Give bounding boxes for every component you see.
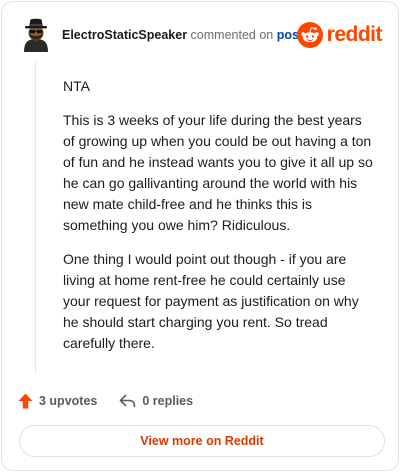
reply-arrow-icon bbox=[120, 394, 136, 408]
comment-paragraph: This is 3 weeks of your life during the … bbox=[63, 112, 373, 233]
comment-paragraph: NTA bbox=[63, 78, 90, 94]
comment-header: ElectroStaticSpeaker commented on post bbox=[62, 27, 303, 43]
commented-on-text: commented on bbox=[190, 28, 274, 42]
comment-actions: 3 upvotes 0 replies bbox=[18, 391, 193, 411]
upvote-arrow-icon bbox=[18, 393, 33, 409]
comment-paragraph: One thing I would point out though - if … bbox=[63, 251, 359, 351]
comment-card: ElectroStaticSpeaker commented on post r… bbox=[1, 1, 399, 471]
reply-count: 0 replies bbox=[142, 394, 194, 408]
username-link[interactable]: ElectroStaticSpeaker bbox=[62, 28, 187, 42]
reddit-logo-icon bbox=[296, 22, 323, 48]
avatar-icon bbox=[24, 18, 48, 52]
avatar[interactable] bbox=[18, 16, 54, 52]
view-more-button[interactable]: View more on Reddit bbox=[19, 425, 385, 457]
reddit-logo[interactable]: reddit bbox=[296, 21, 383, 49]
replies-button[interactable]: 0 replies bbox=[119, 394, 193, 408]
upvote-count: 3 upvotes bbox=[39, 394, 98, 408]
reddit-wordmark: reddit bbox=[326, 23, 383, 46]
thread-line bbox=[35, 62, 36, 374]
comment-body: NTA This is 3 weeks of your life during … bbox=[63, 76, 373, 367]
upvote-button[interactable]: 3 upvotes bbox=[18, 393, 97, 409]
